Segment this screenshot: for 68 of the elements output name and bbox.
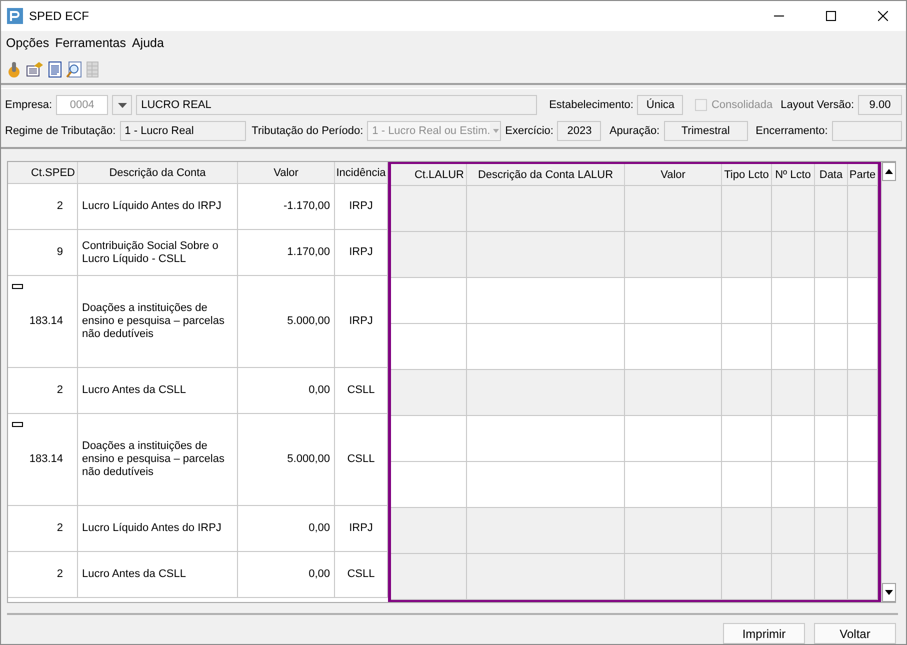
table-cell: Contribuição Social Sobre o Lucro Líquido - CSLL (78, 230, 238, 276)
expanded-row-icon[interactable] (12, 422, 23, 427)
table-cell: 0,00 (238, 368, 335, 414)
table-cell: 0,00 (238, 552, 335, 598)
scroll-up-icon[interactable] (885, 169, 893, 174)
layout-version-field: 9.00 (858, 95, 902, 115)
close-icon (878, 11, 888, 21)
maximize-icon (826, 11, 836, 21)
window-title: SPED ECF (29, 9, 90, 23)
table-cell: -1.170,00 (238, 184, 335, 230)
document-icon[interactable] (48, 60, 62, 78)
field-label: Layout Versão: (780, 99, 854, 111)
table-cell: Doações a instituições de ensino e pesquisa – parcelas não dedutíveis (78, 276, 238, 368)
column-header[interactable]: Parte (848, 164, 878, 186)
table-cell: 5.000,00 (238, 276, 335, 368)
table-cell: Lucro Líquido Antes do IRPJ (78, 506, 238, 552)
table-cell: 1.170,00 (238, 230, 335, 276)
column-header[interactable]: Ct.LALUR (391, 164, 467, 186)
field-label: Estabelecimento: (549, 99, 634, 111)
field-label: Empresa: (5, 99, 52, 111)
column-header[interactable]: Valor (238, 162, 335, 184)
column-header[interactable]: Descrição da Conta LALUR (467, 164, 625, 186)
column-header[interactable]: Data (815, 164, 848, 186)
closing-field (832, 121, 902, 141)
column-header[interactable]: Descrição da Conta (78, 162, 238, 184)
company-name-field: LUCRO REAL (136, 95, 538, 115)
field-label: Apuração: (609, 125, 660, 137)
field-label: Encerramento: (756, 125, 828, 137)
fiscal-year-field: 2023 (557, 121, 602, 141)
column-header[interactable]: Tipo Lcto (722, 164, 772, 186)
preview-icon[interactable] (66, 60, 82, 78)
account-code: 2 (56, 200, 63, 213)
dropdown-button[interactable] (112, 95, 132, 115)
account-code: 2 (56, 568, 63, 581)
establishment-field: Única (637, 95, 684, 115)
account-code: 183.14 (29, 315, 63, 328)
app-logo-icon (7, 8, 23, 24)
caret-icon (490, 123, 500, 139)
menu-item[interactable]: Ajuda (132, 36, 164, 50)
assessment-field: Trimestral (664, 121, 748, 141)
caret-icon (118, 102, 127, 108)
menu-item[interactable]: Ferramentas (55, 36, 126, 50)
account-code: 2 (56, 522, 63, 535)
field-label: Regime de Tributação: (5, 125, 116, 137)
column-header[interactable]: Incidência (335, 162, 388, 184)
back-button[interactable]: Voltar (814, 623, 896, 644)
account-code: 183.14 (29, 453, 63, 466)
column-header[interactable]: Valor (625, 164, 722, 186)
table-cell: Lucro Líquido Antes do IRPJ (78, 184, 238, 230)
table-cell: 0,00 (238, 506, 335, 552)
tax-regime-field: 1 - Lucro Real (120, 121, 246, 141)
print-button[interactable]: Imprimir (723, 623, 805, 644)
table-cell: Lucro Antes da CSLL (78, 552, 238, 598)
scrollbar[interactable] (881, 162, 896, 602)
table-cell: Lucro Antes da CSLL (78, 368, 238, 414)
account-code: 2 (56, 384, 63, 397)
field-label: Exercício: (505, 125, 554, 137)
scroll-down-icon[interactable] (885, 590, 893, 595)
field-label: Tributação do Período: (252, 125, 364, 137)
checkbox-label: Consolidada (711, 99, 773, 111)
menu-item[interactable]: Opções (6, 36, 50, 50)
column-header[interactable]: Nº Lcto (772, 164, 815, 186)
properties-icon[interactable] (26, 61, 44, 77)
expanded-row-icon[interactable] (12, 284, 23, 289)
column-header[interactable]: Ct.SPED (8, 162, 78, 184)
table-cell: 5.000,00 (238, 414, 335, 506)
table-cell: Doações a instituições de ensino e pesquisa – parcelas não dedutíveis (78, 414, 238, 506)
account-code: 9 (56, 246, 63, 259)
